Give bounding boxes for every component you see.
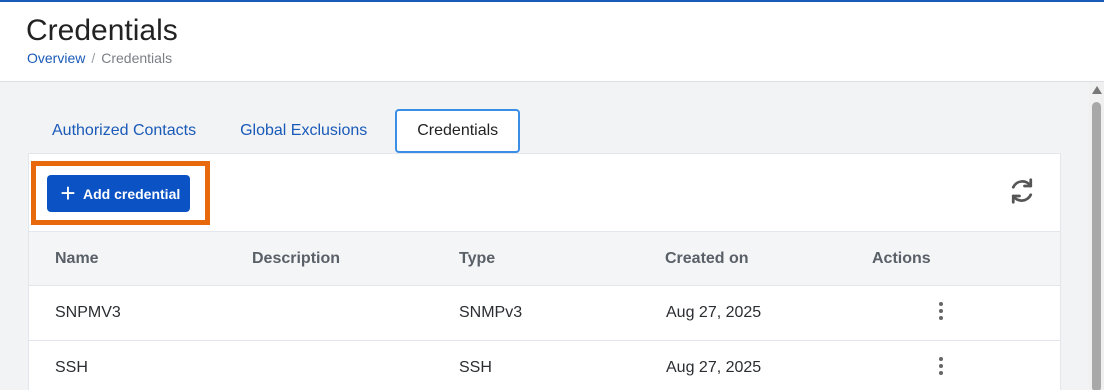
credentials-card: + Add credential Name Description Type C… (28, 153, 1061, 390)
vertical-scrollbar[interactable] (1089, 82, 1104, 390)
add-credential-button[interactable]: + Add credential (47, 175, 190, 212)
table-header: Name Description Type Created on Actions (29, 231, 1060, 286)
breadcrumb: Overview / Credentials (27, 50, 172, 66)
column-header-type[interactable]: Type (459, 250, 495, 268)
cell-name: SNPMV3 (55, 304, 121, 321)
cell-type: SNMPv3 (459, 304, 523, 321)
tab-credentials[interactable]: Credentials (395, 109, 521, 153)
table-row[interactable]: SNPMV3 SNMPv3 Aug 27, 2025 (29, 286, 1060, 341)
scroll-up-arrow-icon[interactable] (1092, 86, 1102, 94)
cell-name: SSH (55, 359, 88, 376)
row-actions-kebab-icon[interactable] (934, 302, 948, 324)
table-row[interactable]: SSH SSH Aug 27, 2025 (29, 341, 1060, 390)
tab-global-exclusions[interactable]: Global Exclusions (218, 109, 389, 153)
cell-type: SSH (459, 359, 492, 376)
page-header: Credentials Overview / Credentials (0, 2, 1104, 82)
scroll-thumb[interactable] (1092, 102, 1101, 390)
tab-authorized-contacts[interactable]: Authorized Contacts (30, 109, 218, 153)
row-actions-kebab-icon[interactable] (934, 357, 948, 379)
column-header-name[interactable]: Name (55, 250, 99, 268)
column-header-created-on[interactable]: Created on (665, 250, 749, 268)
cell-created-on: Aug 27, 2025 (666, 304, 762, 321)
cell-created-on: Aug 27, 2025 (666, 359, 762, 376)
add-credential-label: Add credential (83, 185, 181, 202)
page-title: Credentials (26, 14, 178, 47)
tab-bar: Authorized Contacts Global Exclusions Cr… (30, 109, 521, 153)
plus-icon: + (60, 178, 76, 208)
toolbar: + Add credential (29, 154, 1060, 231)
breadcrumb-separator: / (91, 50, 96, 66)
column-header-actions: Actions (872, 250, 931, 267)
breadcrumb-current: Credentials (101, 50, 173, 66)
breadcrumb-overview-link[interactable]: Overview (27, 50, 85, 66)
column-header-description[interactable]: Description (252, 250, 340, 268)
refresh-icon[interactable] (1007, 176, 1037, 206)
